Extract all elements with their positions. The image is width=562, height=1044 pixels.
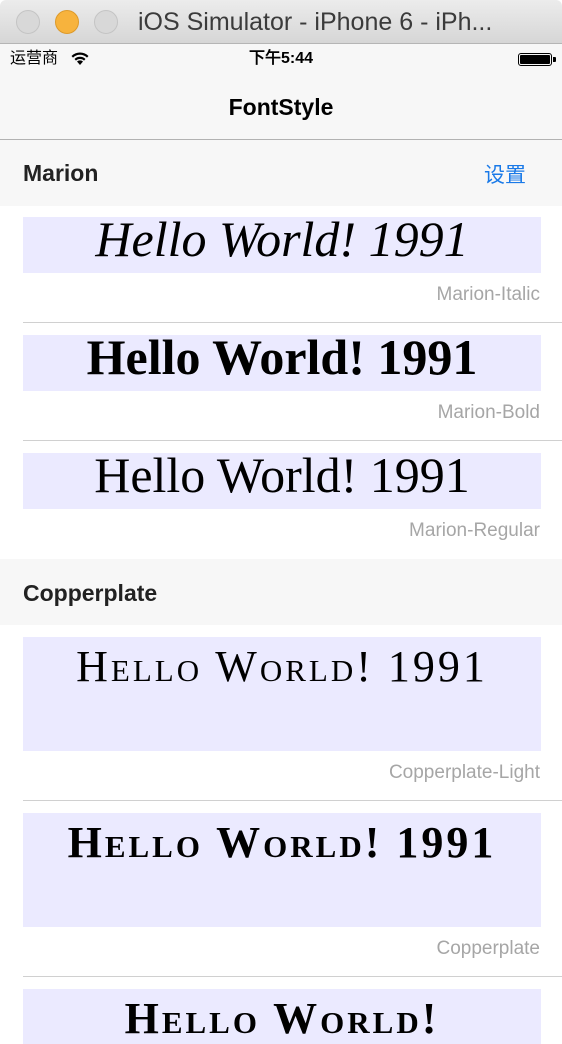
font-name-label: Marion-Regular bbox=[409, 520, 540, 541]
page-title: FontStyle bbox=[228, 94, 334, 120]
row-divider bbox=[23, 976, 562, 977]
minimize-window-button[interactable] bbox=[55, 10, 79, 34]
font-name-label: Marion-Bold bbox=[437, 402, 540, 423]
font-name-label: Copperplate-Light bbox=[388, 762, 540, 783]
font-sample-text: Hello World! 1991 bbox=[23, 813, 541, 927]
row-divider bbox=[23, 800, 562, 801]
section-header-copperplate: Copperplate bbox=[0, 559, 562, 625]
font-sample-text: Hello World! bbox=[23, 989, 541, 1044]
battery-icon bbox=[518, 53, 552, 66]
window-titlebar: iOS Simulator - iPhone 6 - iPh... bbox=[0, 0, 562, 44]
font-name-label: Marion-Italic bbox=[436, 284, 540, 305]
font-sample-text: Hello World! 1991 bbox=[23, 217, 541, 273]
status-bar: 运营商 下午5:44 bbox=[0, 44, 562, 74]
section-title: Marion bbox=[23, 160, 99, 186]
zoom-window-button[interactable] bbox=[94, 10, 118, 34]
navigation-bar: FontStyle bbox=[0, 74, 562, 140]
settings-button[interactable]: 设置 bbox=[484, 161, 526, 191]
font-sample-text: Hello World! 1991 bbox=[23, 637, 541, 751]
section-title: Copperplate bbox=[23, 580, 158, 606]
window-title: iOS Simulator - iPhone 6 - iPh... bbox=[138, 8, 493, 36]
font-name-label: Copperplate bbox=[436, 938, 540, 959]
close-window-button[interactable] bbox=[16, 10, 40, 34]
font-sample-text: Hello World! 1991 bbox=[23, 335, 541, 391]
row-divider bbox=[23, 440, 562, 441]
section-header-marion: Marion 设置 bbox=[0, 140, 562, 206]
row-divider bbox=[23, 322, 562, 323]
battery-tip bbox=[553, 57, 556, 62]
status-time: 下午5:44 bbox=[248, 50, 314, 67]
font-sample-text: Hello World! 1991 bbox=[23, 453, 541, 509]
